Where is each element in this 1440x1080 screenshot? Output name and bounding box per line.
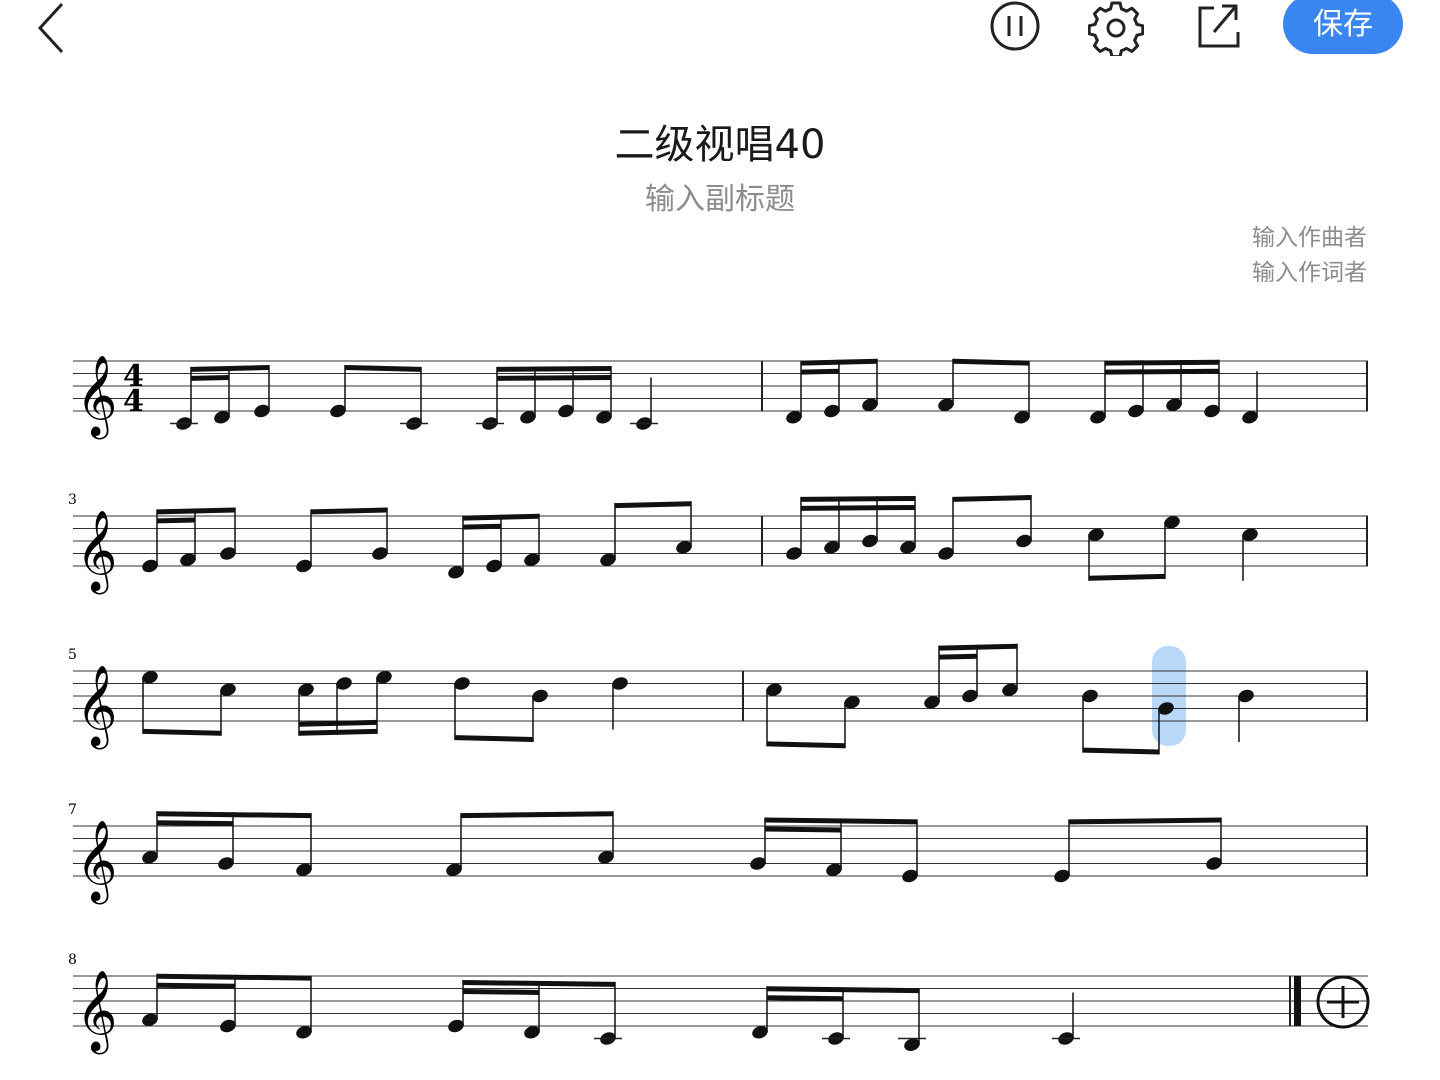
beam [497,365,611,372]
treble-clef-icon: 𝄞 [76,819,117,904]
beam [157,973,311,981]
add-measure-button[interactable] [1314,973,1372,1031]
beam [1083,747,1159,755]
beam [463,980,615,987]
beam [157,517,195,524]
beam [801,358,877,366]
beam [143,728,221,736]
beam [953,495,1031,502]
beam [615,501,691,509]
score-canvas[interactable]: 𝄞𝄞𝄞𝄞𝄞 3 5 7 8 4 4 [0,0,1440,1080]
beam [953,358,1029,366]
treble-clef-icon: 𝄞 [76,354,117,439]
measure-number: 8 [68,952,77,968]
measure-number: 5 [68,647,77,663]
beam [801,495,915,502]
beam [497,374,611,381]
beam [1105,368,1219,375]
beam [461,811,613,819]
treble-clef-icon: 𝄞 [76,969,117,1054]
treble-clef-icon: 𝄞 [76,509,117,594]
beam [1089,573,1165,581]
beam [1069,817,1221,825]
beam [463,523,501,530]
beam [767,986,919,994]
beam [939,653,977,660]
beam [157,820,233,827]
beam [311,507,387,515]
beam [765,817,917,825]
beam [191,365,269,372]
beam [345,365,421,372]
beam [157,811,311,819]
plus-circle-icon [1316,975,1370,1029]
time-signature-bottom: 4 [123,384,144,419]
beam [463,513,539,521]
beam [767,741,845,749]
beam [767,995,843,1002]
beam [765,826,841,833]
beam [299,728,377,736]
beam [1105,359,1219,366]
beam [157,507,235,515]
measure-number: 3 [68,492,77,508]
beam [939,643,1017,651]
beam [455,735,533,742]
treble-clef-icon: 𝄞 [76,664,117,749]
final-barline [1294,976,1301,1026]
beam [463,989,539,995]
beam [801,504,915,511]
beam [157,982,235,989]
beam [801,368,839,375]
beam [191,374,229,381]
measure-number: 7 [68,802,77,818]
